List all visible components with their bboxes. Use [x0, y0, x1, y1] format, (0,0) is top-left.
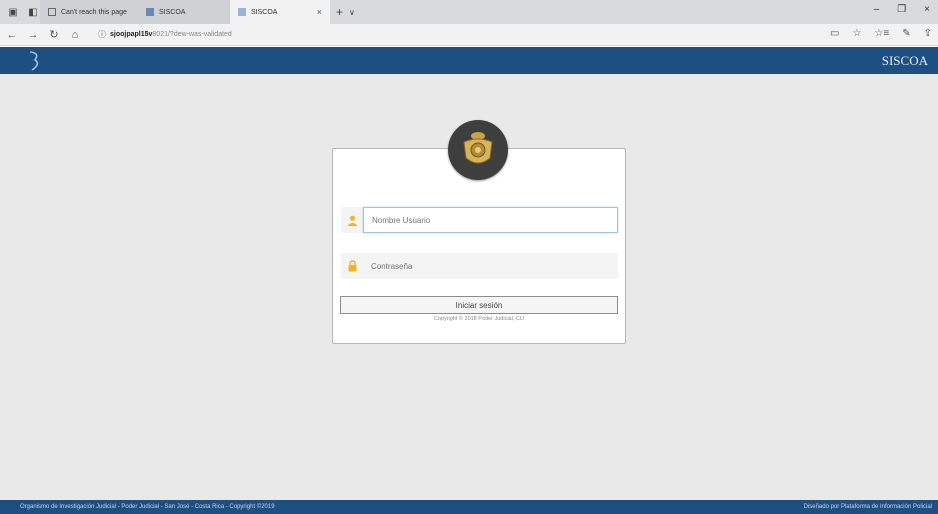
info-icon: ⓘ — [98, 30, 106, 39]
tab-dropdown-icon[interactable]: ∨ — [349, 8, 355, 17]
tab-label: SISCOA — [251, 8, 278, 16]
set-aside-tabs-icon[interactable]: ◧ — [26, 5, 40, 19]
tab-cant-reach[interactable]: Can't reach this page — [40, 0, 138, 24]
tab-label: Can't reach this page — [61, 8, 127, 16]
password-field — [341, 253, 618, 279]
share-icon[interactable]: ⇪ — [924, 28, 932, 39]
badge-icon — [463, 132, 493, 164]
url-path: 8021/?dew-was-validated — [152, 31, 232, 38]
password-input[interactable] — [363, 253, 618, 279]
favorite-star-icon[interactable]: ☆ — [852, 28, 861, 39]
username-input[interactable] — [363, 207, 618, 233]
back-button[interactable]: ← — [3, 29, 21, 41]
address-bar-actions: ▭ ☆ ☆≡ ✎ ⇪ — [830, 28, 932, 39]
tab-label: SISCOA — [159, 8, 186, 16]
new-tab-button[interactable]: + — [336, 5, 343, 19]
app-header: SISCOA — [0, 47, 938, 74]
tab-siscoa-active[interactable]: SISCOA × — [230, 0, 330, 24]
favorites-hub-icon[interactable]: ☆≡ — [874, 28, 889, 39]
url-host: sjoojpapl15v — [110, 31, 153, 38]
page-icon — [48, 8, 56, 16]
footer-left-text: Organismo de Investigación Judicial - Po… — [20, 504, 275, 510]
site-favicon-icon — [238, 8, 246, 16]
app-logo-icon — [29, 51, 39, 71]
user-icon — [341, 207, 363, 233]
app-footer: Organismo de Investigación Judicial - Po… — [0, 500, 938, 514]
login-button[interactable]: Iniciar sesión — [340, 296, 618, 314]
minimize-button[interactable]: – — [874, 4, 880, 15]
refresh-button[interactable]: ↻ — [45, 28, 63, 41]
lock-icon — [341, 253, 363, 279]
police-badge-emblem — [448, 120, 508, 180]
app-brand: SISCOA — [881, 53, 928, 68]
site-favicon-icon — [146, 8, 154, 16]
reading-view-icon[interactable]: ▭ — [830, 28, 839, 39]
web-note-icon[interactable]: ✎ — [902, 28, 910, 39]
window-controls: – ❐ × — [874, 4, 930, 15]
tab-siscoa-1[interactable]: SISCOA — [138, 0, 230, 24]
close-window-button[interactable]: × — [924, 4, 930, 15]
browser-address-bar: ← → ↻ ⌂ ⓘ sjoojpapl15v8021/?dew-was-vali… — [0, 24, 938, 46]
tab-preview-icon[interactable]: ▣ — [6, 5, 20, 19]
close-tab-icon[interactable]: × — [317, 7, 322, 17]
card-copyright: Copyright © 2018 Poder Judicial, CIJ — [433, 316, 525, 322]
footer-right-text: Diseñado por Plataforma de Información P… — [803, 504, 932, 510]
restore-button[interactable]: ❐ — [897, 4, 906, 15]
url-field[interactable]: ⓘ sjoojpapl15v8021/?dew-was-validated — [98, 29, 232, 40]
forward-button[interactable]: → — [24, 29, 42, 41]
home-button[interactable]: ⌂ — [66, 29, 84, 41]
browser-tab-bar: ▣ ◧ Can't reach this page SISCOA SISCOA … — [0, 0, 938, 24]
username-field — [341, 207, 618, 233]
